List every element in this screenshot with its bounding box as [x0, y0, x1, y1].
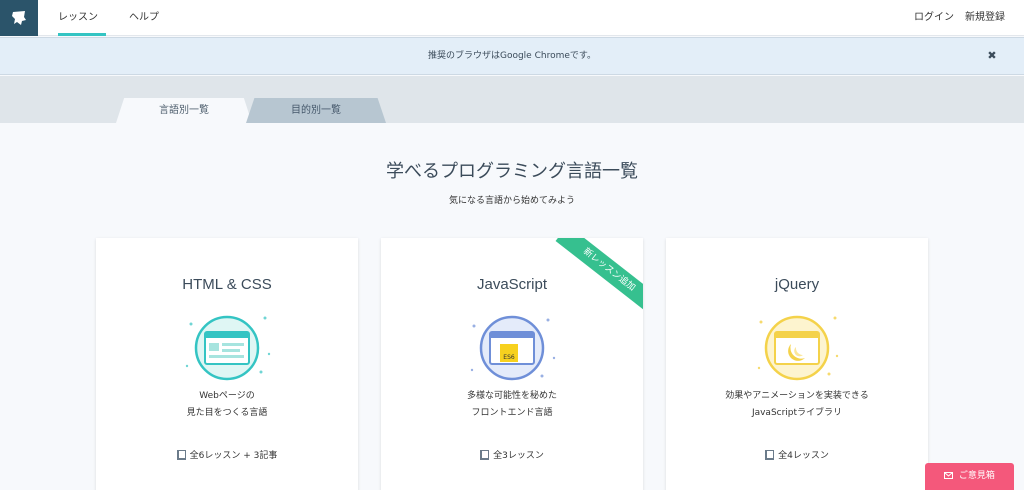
card-description: 多様な可能性を秘めた フロントエンド言語 [381, 388, 643, 422]
book-icon [765, 449, 775, 460]
logo[interactable] [0, 0, 38, 36]
feedback-label: ご意見箱 [958, 471, 995, 481]
card-title: HTML & CSS [182, 276, 272, 293]
browser-notice: 推奨のブラウザはGoogle Chromeです。 ✖ [0, 37, 1024, 75]
javascript-browser-icon: ES6 [470, 315, 556, 381]
page-subtitle: 気になる言語から始めてみよう [448, 196, 575, 206]
card-meta-text: 全4レッスン [778, 451, 829, 461]
course-card-html-css[interactable]: HTML & CSS Webページの 見た目をつくる言語 全6レッスン + 3記… [96, 238, 358, 490]
card-desc-line2: 見た目をつくる言語 [186, 408, 268, 418]
book-icon [176, 449, 186, 460]
logo-icon [12, 11, 26, 25]
card-description: 効果やアニメーションを実装できる JavaScriptライブラリ [666, 388, 928, 422]
top-header: レッスン一覧 ヘルプ ログイン 新規登録 [0, 0, 1024, 59]
card-desc-line2: フロントエンド言語 [471, 408, 553, 418]
feedback-button[interactable]: ご意見箱 [925, 463, 1014, 490]
book-icon [480, 449, 490, 460]
card-desc-line1: Webページの [199, 391, 255, 401]
card-lesson-count: 全6レッスン + 3記事 [96, 448, 358, 461]
course-card-jquery[interactable]: jQuery 効果やアニメーションを実装できる JavaScriptライブラリ … [666, 238, 928, 490]
card-lesson-count: 全3レッスン [381, 448, 643, 461]
card-desc-line1: 効果やアニメーションを実装できる [725, 391, 869, 401]
course-card-javascript[interactable]: 新レッスン追加 JavaScript ES6 多様な可能性を秘めた フロントエン… [381, 238, 643, 490]
card-title: JavaScript [476, 276, 548, 293]
mail-icon [944, 472, 954, 479]
jquery-browser-icon [757, 315, 839, 381]
nav-lessons-link[interactable]: レッスン一覧 [58, 0, 106, 59]
html-css-browser-icon [185, 315, 271, 381]
es6-label: ES6 [503, 354, 515, 361]
close-icon[interactable]: ✖ [984, 48, 1000, 64]
card-title: jQuery [774, 276, 820, 293]
card-description: Webページの 見た目をつくる言語 [96, 388, 358, 422]
card-lesson-count: 全4レッスン [666, 448, 928, 461]
tab-by-purpose[interactable]: 目的別一覧 [246, 98, 386, 123]
nav-help-link[interactable]: ヘルプ [129, 0, 159, 36]
page-title: 学べるプログラミング言語一覧 [386, 161, 638, 182]
tab-by-language[interactable]: 言語別一覧 [116, 98, 252, 123]
card-meta-text: 全6レッスン + 3記事 [189, 451, 278, 461]
notice-text: 推奨のブラウザはGoogle Chromeです。 [427, 51, 596, 61]
card-desc-line2: JavaScriptライブラリ [751, 408, 843, 418]
login-link[interactable]: ログイン [914, 0, 954, 36]
card-meta-text: 全3レッスン [493, 451, 544, 461]
signup-link[interactable]: 新規登録 [965, 0, 1005, 36]
card-desc-line1: 多様な可能性を秘めた [466, 391, 557, 401]
